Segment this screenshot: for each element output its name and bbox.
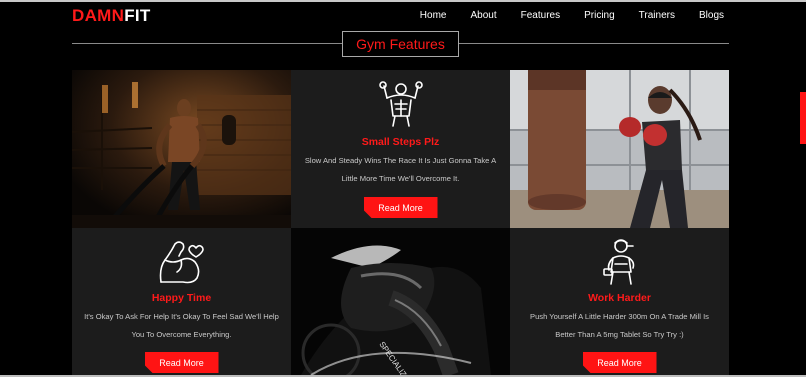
battle-ropes-photo	[72, 70, 291, 228]
features-grid: Small Steps Plz Slow And Steady Wins The…	[72, 70, 729, 375]
feature-card-work-harder: Work Harder Push Yourself A Little Harde…	[510, 228, 729, 375]
cyclist-photo: SPECIALIZED	[291, 228, 510, 375]
card-title: Happy Time	[151, 292, 212, 304]
scrollbar-thumb[interactable]	[800, 92, 806, 144]
read-more-button[interactable]: Read More	[364, 197, 438, 218]
logo-accent-text: DAMN	[72, 6, 125, 25]
logo-rest-text: FIT	[124, 6, 151, 25]
fitness-woman-icon	[602, 239, 634, 285]
section-divider-right	[459, 43, 729, 44]
card-title: Work Harder	[588, 292, 651, 304]
flexed-arm-heart-icon	[159, 241, 204, 284]
card-description: Push Yourself A Little Harder 300m On A …	[530, 312, 709, 339]
nav-link-home[interactable]: Home	[420, 9, 447, 23]
nav-link-blogs[interactable]: Blogs	[699, 9, 724, 23]
nav-link-features[interactable]: Features	[521, 9, 560, 23]
read-more-button[interactable]: Read More	[145, 352, 219, 373]
feature-card-small-steps: Small Steps Plz Slow And Steady Wins The…	[291, 70, 510, 228]
nav-link-about[interactable]: About	[470, 9, 496, 23]
nav-link-trainers[interactable]: Trainers	[639, 9, 675, 23]
card-title: Small Steps Plz	[361, 136, 440, 148]
section-divider-left	[72, 43, 342, 44]
card-description: It's Okay To Ask For Help It's Okay To F…	[84, 312, 279, 339]
boxing-woman-photo	[510, 70, 729, 228]
card-description: Slow And Steady Wins The Race It Is Just…	[304, 156, 497, 183]
navbar: DAMNFIT Home About Features Pricing Trai…	[72, 6, 732, 28]
feature-card-happy-time: Happy Time It's Okay To Ask For Help It'…	[72, 228, 291, 375]
section-title: Gym Features	[356, 36, 445, 52]
bodybuilder-icon	[378, 81, 423, 127]
brand-logo[interactable]: DAMNFIT	[72, 6, 151, 26]
nav-link-pricing[interactable]: Pricing	[584, 9, 615, 23]
read-more-button[interactable]: Read More	[583, 352, 657, 373]
section-heading: Gym Features	[342, 31, 459, 57]
nav-menu: Home About Features Pricing Trainers Blo…	[396, 9, 724, 23]
window-top-edge	[0, 0, 806, 2]
